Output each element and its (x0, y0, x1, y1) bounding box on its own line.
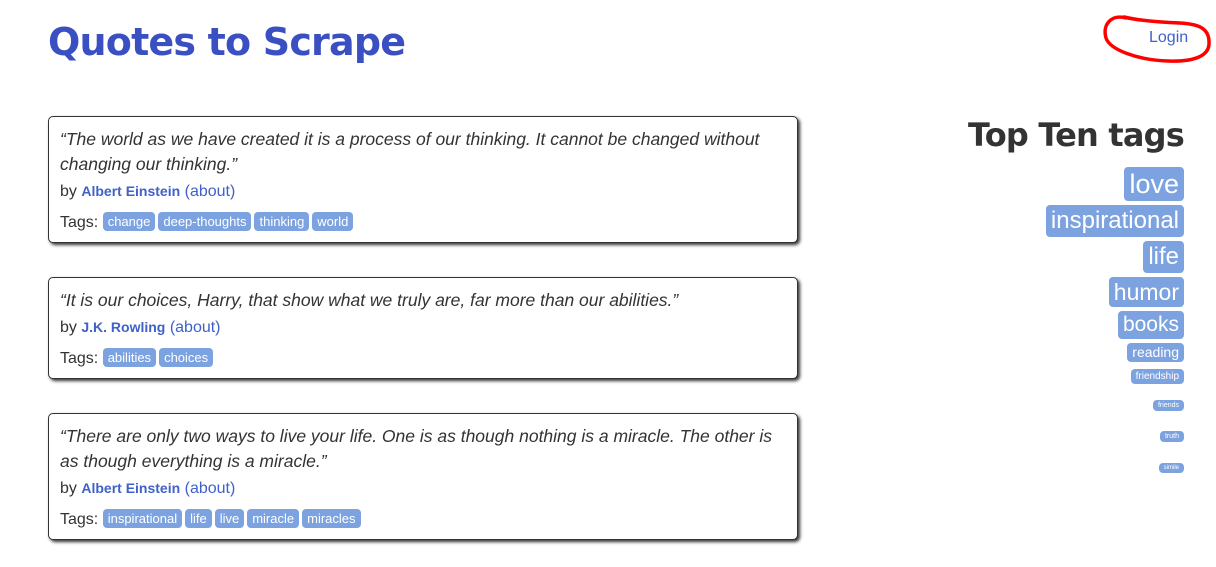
top-tag-inspirational[interactable]: inspirational (1045, 205, 1184, 237)
tags-label: Tags: (60, 214, 99, 231)
quote-tags: Tags: change deep-thoughts thinking world (60, 212, 785, 233)
by-label: by (60, 480, 77, 497)
top-tag-life[interactable]: life (1143, 241, 1184, 273)
quote-text: “The world as we have created it is a pr… (60, 129, 760, 174)
by-label: by (60, 319, 77, 336)
tags-label: Tags: (60, 511, 99, 528)
tag-inspirational[interactable]: inspirational (102, 509, 183, 528)
top-tag-humor[interactable]: humor (1108, 277, 1184, 307)
top-tag-reading[interactable]: reading (1127, 343, 1184, 362)
author-name: J.K. Rowling (81, 319, 166, 335)
tag-miracles[interactable]: miracles (302, 509, 361, 528)
quote-text: “There are only two ways to live your li… (60, 426, 772, 471)
top-tag-books[interactable]: books (1117, 311, 1184, 339)
login-link[interactable]: Login (1149, 28, 1188, 48)
quote-tags: Tags: abilities choices (60, 348, 785, 369)
tag-world[interactable]: world (312, 212, 354, 231)
author-name: Albert Einstein (81, 480, 181, 496)
tag-deep-thoughts[interactable]: deep-thoughts (158, 212, 252, 231)
quote-byline: by J.K. Rowling (about) (60, 317, 785, 338)
tag-choices[interactable]: choices (159, 348, 214, 367)
tag-thinking[interactable]: thinking (254, 212, 310, 231)
top-tag-friends[interactable]: friends (1152, 400, 1184, 411)
top-tag-friendship[interactable]: friendship (1130, 369, 1184, 384)
tag-live[interactable]: live (214, 509, 245, 528)
tag-miracle[interactable]: miracle (247, 509, 300, 528)
top-ten-tags: Top Ten tags love inspirational life hum… (924, 116, 1185, 478)
top-tag-truth[interactable]: truth (1159, 431, 1184, 442)
quote-card: “The world as we have created it is a pr… (48, 116, 798, 243)
tag-life[interactable]: life (185, 509, 212, 528)
quote-tags: Tags: inspirational life live miracle miracl… (60, 509, 785, 530)
author-name: Albert Einstein (81, 183, 181, 199)
top-ten-tags-heading: Top Ten tags (967, 116, 1185, 154)
top-tag-simile[interactable]: simile (1158, 463, 1184, 473)
tag-change[interactable]: change (102, 212, 156, 231)
about-link[interactable]: (about) (170, 319, 221, 336)
quote-card: “There are only two ways to live your li… (48, 413, 798, 540)
quote-text: “It is our choices, Harry, that show wha… (60, 290, 679, 310)
quote-byline: by Albert Einstein (about) (60, 478, 785, 499)
tag-abilities[interactable]: abilities (102, 348, 157, 367)
tags-label: Tags: (60, 350, 99, 367)
quote-card: “It is our choices, Harry, that show wha… (48, 277, 798, 379)
about-link[interactable]: (about) (185, 480, 236, 497)
about-link[interactable]: (about) (185, 183, 236, 200)
top-tag-love[interactable]: love (1124, 167, 1184, 201)
by-label: by (60, 183, 77, 200)
quote-byline: by Albert Einstein (about) (60, 181, 785, 202)
site-title[interactable]: Quotes to Scrape (48, 18, 406, 66)
